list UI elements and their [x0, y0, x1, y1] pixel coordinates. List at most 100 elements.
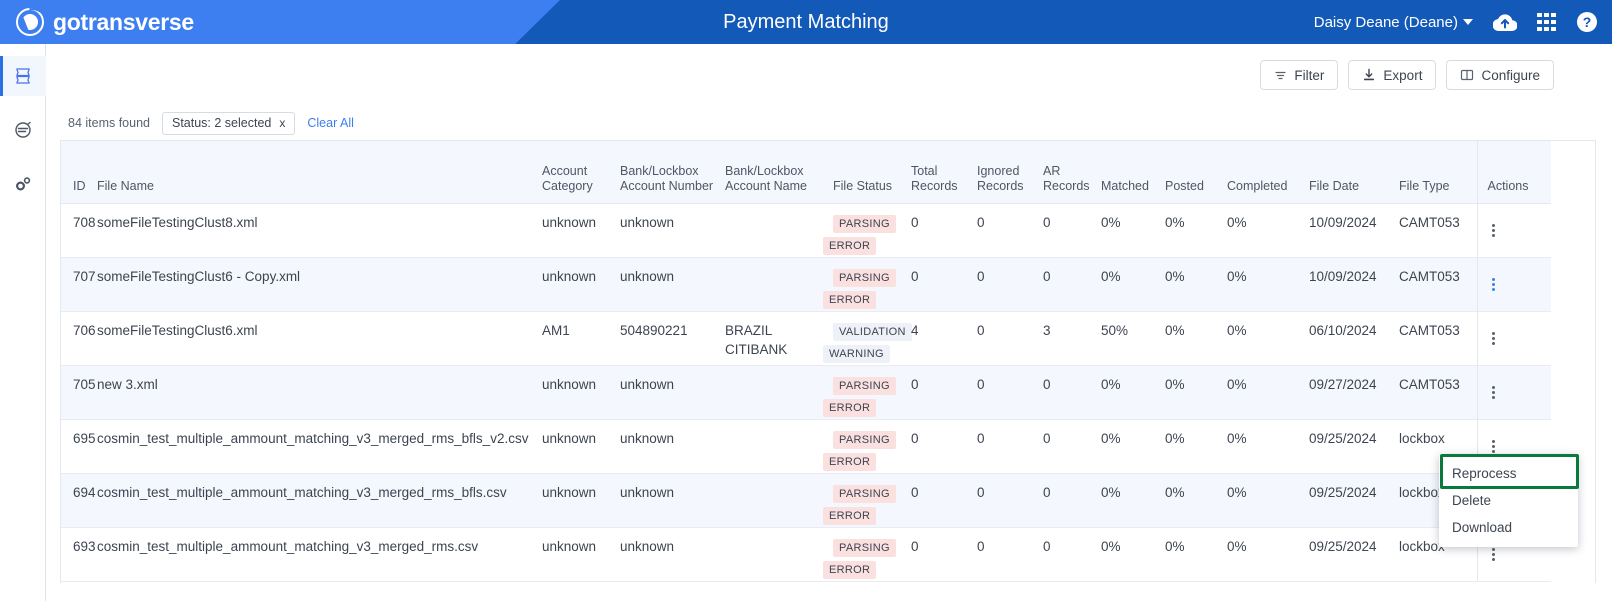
brand-logo[interactable]: gotransverse [16, 8, 194, 36]
column-header-bank-account-number[interactable]: Bank/Lockbox Account Number [620, 141, 725, 204]
column-header-total-records[interactable]: Total Records [911, 141, 977, 204]
column-header-bank-account-name[interactable]: Bank/Lockbox Account Name [725, 141, 833, 204]
cell-file-status: PARSING ERROR [823, 473, 911, 528]
row-actions-kebab-icon[interactable] [1488, 222, 1499, 239]
column-header-completed[interactable]: Completed [1227, 141, 1309, 204]
cell-ar-records: 0 [1043, 257, 1101, 312]
row-context-menu[interactable]: Reprocess Delete Download [1439, 454, 1578, 547]
column-header-posted[interactable]: Posted [1165, 141, 1227, 204]
cell-file-status: PARSING ERROR [823, 365, 911, 420]
status-badge-line1: VALIDATION [833, 322, 912, 341]
table-body: 708 someFileTestingClust8.xml unknown unkno… [61, 203, 1551, 582]
cell-ar-records: 0 [1043, 203, 1101, 258]
cell-actions [1476, 365, 1551, 420]
cell-file-status: PARSING ERROR [823, 203, 911, 258]
cell-ignored-records: 0 [977, 311, 1043, 366]
cell-ignored-records: 0 [977, 365, 1043, 420]
cell-posted: 0% [1165, 365, 1227, 420]
status-badge: PARSING ERROR [823, 537, 911, 581]
cell-file-status: PARSING ERROR [823, 419, 911, 474]
column-header-ar-records[interactable]: AR Records [1043, 141, 1101, 204]
column-header-id[interactable]: ID [61, 141, 97, 204]
items-found-label: 84 items found [68, 116, 150, 130]
sidebar-item-reprocess[interactable] [0, 110, 46, 150]
cell-completed: 0% [1227, 203, 1309, 258]
table-row[interactable]: 693 cosmin_test_multiple_ammount_matching… [61, 527, 1551, 582]
status-badge-line2: ERROR [823, 560, 877, 579]
cloud-upload-icon[interactable] [1493, 13, 1517, 32]
row-actions-kebab-icon[interactable] [1488, 546, 1499, 563]
cell-bank-account-number: unknown [620, 419, 725, 474]
row-actions-kebab-icon[interactable] [1488, 276, 1499, 293]
context-menu-item-delete[interactable]: Delete [1439, 487, 1578, 514]
table-row[interactable]: 695 cosmin_test_multiple_ammount_matching… [61, 419, 1551, 474]
data-files-table-container: ID File Name Account Category Bank/Lockb… [60, 140, 1596, 583]
context-menu-item-download[interactable]: Download [1439, 514, 1578, 541]
status-badge-line2: ERROR [823, 290, 877, 309]
column-header-actions: Actions [1476, 141, 1551, 204]
cell-file-date: 09/25/2024 [1309, 419, 1399, 474]
filter-button[interactable]: Filter [1260, 60, 1339, 90]
stack-icon [16, 68, 30, 84]
cell-ignored-records: 0 [977, 203, 1043, 258]
cell-completed: 0% [1227, 365, 1309, 420]
context-menu-item-reprocess[interactable]: Reprocess [1439, 460, 1578, 487]
cell-matched: 0% [1101, 473, 1165, 528]
cell-completed: 0% [1227, 311, 1309, 366]
cell-bank-account-name [725, 203, 833, 258]
close-icon[interactable]: x [279, 116, 285, 130]
download-icon [1364, 68, 1375, 81]
status-badge: PARSING ERROR [823, 267, 911, 311]
cell-file-name: cosmin_test_multiple_ammount_matching_v3… [97, 419, 542, 474]
status-badge-line2: ERROR [823, 452, 877, 471]
table-row[interactable]: 707 someFileTestingClust6 - Copy.xml unkno… [61, 257, 1551, 312]
help-icon[interactable]: ? [1576, 11, 1598, 33]
sidebar-item-settings[interactable] [0, 164, 46, 204]
configure-button[interactable]: Configure [1446, 60, 1554, 90]
cell-matched: 0% [1101, 365, 1165, 420]
row-actions-kebab-icon[interactable] [1488, 384, 1499, 401]
cell-file-date: 06/10/2024 [1309, 311, 1399, 366]
column-header-file-date[interactable]: File Date [1309, 141, 1399, 204]
column-header-file-name[interactable]: File Name [97, 141, 542, 204]
user-menu[interactable]: Daisy Deane (Deane) [1314, 14, 1473, 31]
cell-posted: 0% [1165, 419, 1227, 474]
clear-all-button[interactable]: Clear All [307, 116, 354, 130]
cell-bank-account-number: unknown [620, 473, 725, 528]
cell-ignored-records: 0 [977, 419, 1043, 474]
cell-file-type: CAMT053 [1399, 311, 1477, 366]
cell-bank-account-name [725, 473, 833, 528]
column-header-matched[interactable]: Matched [1101, 141, 1165, 204]
table-row[interactable]: 705 new 3.xml unknown unknown PARSING ERROR 0 0… [61, 365, 1551, 420]
status-badge-line2: WARNING [823, 344, 890, 363]
table-row[interactable]: 694 cosmin_test_multiple_ammount_matching… [61, 473, 1551, 528]
cell-file-name: someFileTestingClust8.xml [97, 203, 542, 258]
status-badge: PARSING ERROR [823, 375, 911, 419]
cell-file-name: cosmin_test_multiple_ammount_matching_v3… [97, 527, 542, 582]
cell-file-status: PARSING ERROR [823, 527, 911, 582]
column-header-account-category[interactable]: Account Category [542, 141, 620, 204]
table-row[interactable]: 706 someFileTestingClust6.xml AM1 504890221… [61, 311, 1551, 366]
status-badge: PARSING ERROR [823, 429, 911, 473]
cell-bank-account-number: unknown [620, 527, 725, 582]
export-button[interactable]: Export [1348, 60, 1437, 90]
cell-ar-records: 0 [1043, 473, 1101, 528]
cell-file-status: PARSING ERROR [823, 257, 911, 312]
svg-text:?: ? [1583, 14, 1592, 30]
cell-matched: 0% [1101, 203, 1165, 258]
column-header-file-type[interactable]: File Type [1399, 141, 1477, 204]
row-actions-kebab-icon[interactable] [1488, 330, 1499, 347]
apps-grid-icon[interactable] [1537, 12, 1556, 32]
cell-id: 708 [61, 203, 97, 258]
column-header-file-status[interactable]: File Status [833, 141, 911, 204]
user-name: Daisy Deane (Deane) [1313, 13, 1458, 31]
row-actions-kebab-icon[interactable] [1488, 438, 1499, 455]
column-header-ignored-records[interactable]: Ignored Records [977, 141, 1043, 204]
cell-file-type: CAMT053 [1399, 203, 1477, 258]
status-badge-line2: ERROR [823, 506, 877, 525]
sidebar-item-data-files[interactable] [0, 56, 46, 96]
status-filter-chip[interactable]: Status: 2 selected x [162, 111, 296, 135]
table-row[interactable]: 708 someFileTestingClust8.xml unknown unkno… [61, 203, 1551, 258]
status-filter-chip-label: Status: 2 selected [172, 116, 272, 130]
cell-completed: 0% [1227, 419, 1309, 474]
